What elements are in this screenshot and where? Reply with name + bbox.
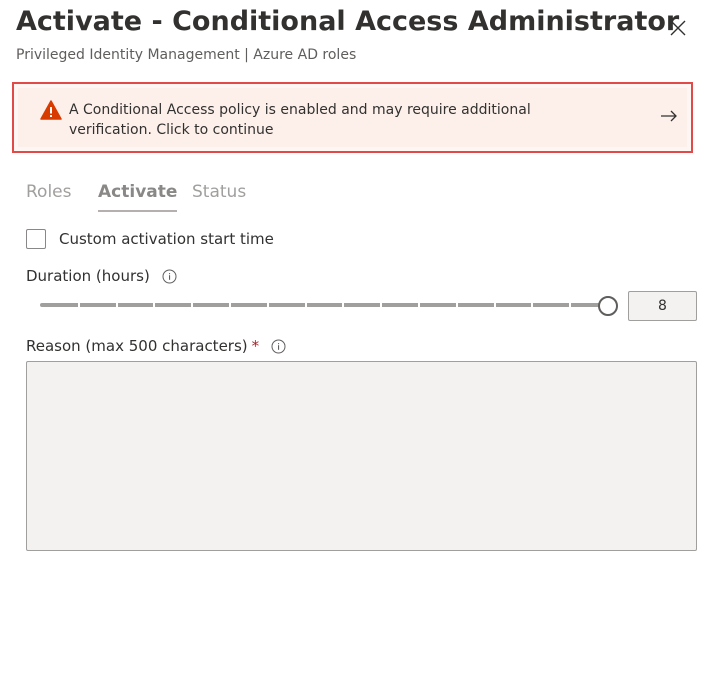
slider-tick [229,303,231,307]
reason-label-row: Reason (max 500 characters) * [26,337,286,355]
slider-ticks [40,296,607,316]
slider-tick [77,303,80,307]
reason-label: Reason (max 500 characters) [26,337,248,355]
info-icon[interactable] [162,269,177,284]
slider-tick [531,303,534,307]
duration-label-row: Duration (hours) [26,267,177,285]
slider-tick [115,303,118,307]
slider-tick [418,303,420,307]
panel-subtitle: Privileged Identity Management | Azure A… [16,47,357,63]
slider-tick [266,303,269,307]
duration-input[interactable] [628,291,697,321]
close-button[interactable] [664,14,692,42]
custom-start-checkbox[interactable] [26,229,46,249]
arrow-right-icon[interactable] [660,109,678,123]
tab-activate[interactable]: Activate [98,182,178,212]
banner-message: A Conditional Access policy is enabled a… [69,102,531,138]
slider-tick [304,303,307,307]
reason-textarea[interactable] [26,361,697,551]
duration-label: Duration (hours) [26,267,150,285]
info-icon[interactable] [271,339,286,354]
slider-tick [380,303,383,307]
custom-start-label[interactable]: Custom activation start time [59,230,274,248]
duration-slider[interactable] [40,296,618,316]
slider-tick [191,303,194,307]
slider-tick [493,303,496,307]
slider-tick [569,303,572,307]
banner-highlight: A Conditional Access policy is enabled a… [12,82,693,153]
warning-icon [40,100,62,120]
tab-status[interactable]: Status [192,182,246,202]
required-marker: * [251,337,260,355]
tab-roles[interactable]: Roles [26,182,72,202]
slider-tick [455,303,458,307]
slider-tick [342,303,345,307]
custom-start-row: Custom activation start time [26,229,274,249]
slider-thumb[interactable] [598,296,618,316]
close-icon [670,20,686,36]
conditional-access-banner[interactable]: A Conditional Access policy is enabled a… [18,88,687,147]
slider-tick [153,303,156,307]
panel-title: Activate - Conditional Access Administra… [16,6,680,37]
